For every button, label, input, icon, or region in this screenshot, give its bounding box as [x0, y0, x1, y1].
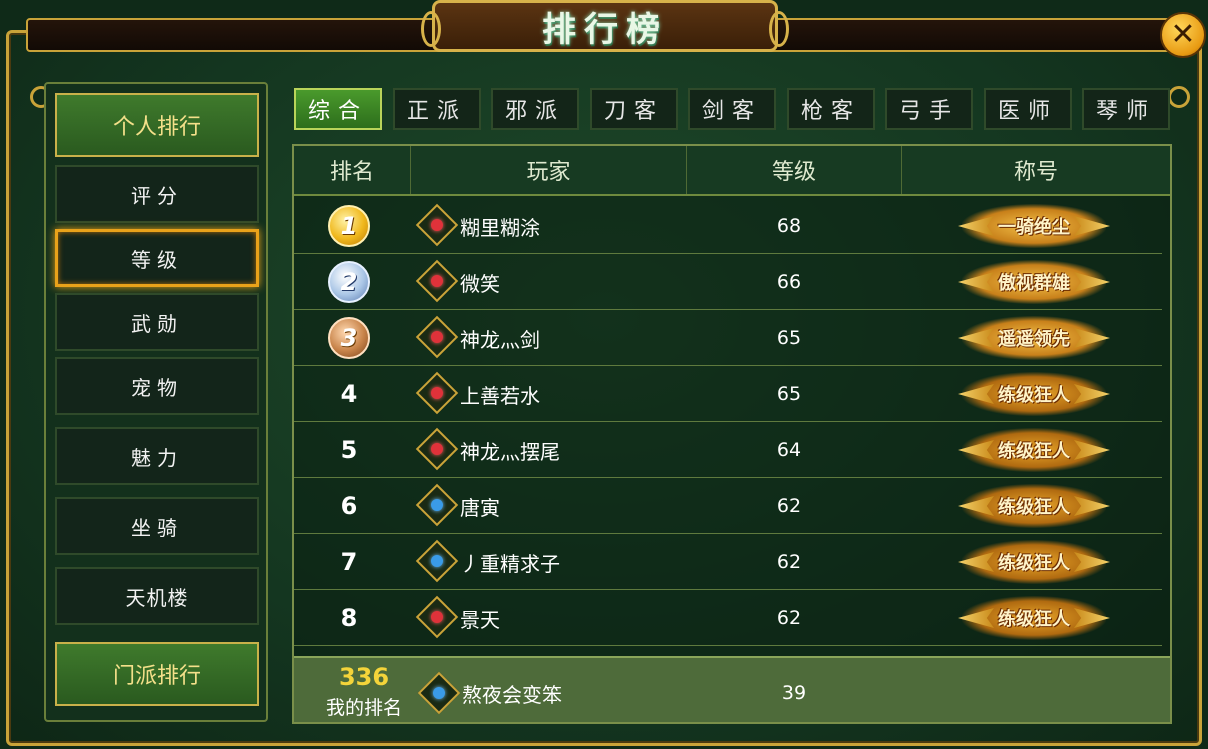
close-icon: ✕	[1170, 17, 1196, 52]
table-row[interactable]: 7 丿重精求子 62 练级狂人	[294, 534, 1162, 590]
table-row[interactable]: 4 上善若水 65 练级狂人	[294, 366, 1162, 422]
header-level: 等级	[687, 146, 902, 194]
sidebar-item-score[interactable]: 评分	[55, 165, 259, 223]
title-badge: 遥遥领先	[962, 316, 1106, 360]
player-name[interactable]: 神龙灬摆尾	[460, 422, 560, 478]
my-rank-label: 我的排名	[325, 696, 402, 719]
corner-ornament-icon	[1168, 86, 1190, 108]
player-level: 62	[776, 551, 802, 573]
title-text: 练级狂人	[998, 497, 1070, 518]
my-rank-row: 336 我的排名 熬夜会变笨 39	[294, 656, 1170, 722]
table-row[interactable]: 6 唐寅 62 练级狂人	[294, 478, 1162, 534]
sidebar-item-tianji-tower[interactable]: 天机楼	[55, 567, 259, 625]
rank-number: 7	[340, 548, 358, 576]
player-name[interactable]: 糊里糊涂	[460, 198, 540, 254]
header-title: 称号	[1013, 160, 1058, 185]
player-level: 64	[776, 439, 802, 461]
header-player: 玩家	[411, 146, 687, 194]
title-text: 一骑绝尘	[998, 217, 1070, 238]
table-row[interactable]: 1 糊里糊涂 68 一骑绝尘	[294, 198, 1162, 254]
title-badge: 练级狂人	[962, 596, 1106, 640]
rank-number: 4	[340, 380, 358, 408]
player-name[interactable]: 丿重精求子	[460, 534, 560, 590]
player-name[interactable]: 唐寅	[460, 478, 500, 534]
title-badge: 傲视群雄	[962, 260, 1106, 304]
tab-spear[interactable]: 枪客	[787, 88, 875, 130]
window-title: 排行榜	[542, 9, 668, 50]
tab-healer[interactable]: 医师	[984, 88, 1072, 130]
table-row[interactable]: 2 微笑 66 傲视群雄	[294, 254, 1162, 310]
tab-righteous[interactable]: 正派	[393, 88, 481, 130]
blue-class-icon	[417, 671, 461, 715]
ornament-icon	[769, 11, 789, 47]
my-rank-number: 336	[338, 663, 390, 691]
title-badge: 练级狂人	[962, 372, 1106, 416]
rank-number: 5	[340, 436, 358, 464]
table-header: 排名 玩家 等级 称号	[294, 146, 1170, 196]
title-badge: 练级狂人	[962, 540, 1106, 584]
sidebar-item-level[interactable]: 等级	[55, 229, 259, 287]
title-text: 遥遥领先	[998, 329, 1070, 350]
player-name[interactable]: 景天	[460, 590, 500, 646]
rank-number: 3	[340, 324, 358, 352]
rank-number: 8	[340, 604, 358, 632]
red-class-icon	[415, 259, 459, 303]
red-class-icon	[415, 203, 459, 247]
table-row[interactable]: 5 神龙灬摆尾 64 练级狂人	[294, 422, 1162, 478]
sidebar-category-sect[interactable]: 门派排行	[55, 642, 259, 706]
player-level: 62	[776, 495, 802, 517]
tab-musician[interactable]: 琴师	[1082, 88, 1170, 130]
player-name[interactable]: 上善若水	[460, 366, 540, 422]
sidebar-category-personal[interactable]: 个人排行	[55, 93, 259, 157]
red-class-icon	[415, 595, 459, 639]
rank-medal-icon: 2	[328, 261, 370, 303]
title-text: 练级狂人	[998, 609, 1070, 630]
title-text: 傲视群雄	[998, 273, 1070, 294]
red-class-icon	[415, 427, 459, 471]
player-level: 65	[776, 327, 802, 349]
rank-number: 1	[340, 212, 358, 240]
player-level: 66	[776, 271, 802, 293]
title-text: 练级狂人	[998, 553, 1070, 574]
tab-overall[interactable]: 综合	[294, 88, 382, 130]
blue-class-icon	[415, 483, 459, 527]
sidebar: 个人排行 评分 等级 武勋 宠物 魅力 坐骑 天机楼 门派排行	[44, 82, 268, 722]
title-text: 练级狂人	[998, 441, 1070, 462]
tab-sword[interactable]: 剑客	[688, 88, 776, 130]
close-button[interactable]: ✕	[1160, 12, 1206, 58]
player-name[interactable]: 神龙灬剑	[460, 310, 540, 366]
rank-medal-icon: 1	[328, 205, 370, 247]
title-text: 练级狂人	[998, 385, 1070, 406]
rank-medal-icon: 3	[328, 317, 370, 359]
table-row[interactable]: 3 神龙灬剑 65 遥遥领先	[294, 310, 1162, 366]
title-badge: 一骑绝尘	[962, 204, 1106, 248]
sidebar-item-mount[interactable]: 坐骑	[55, 497, 259, 555]
sidebar-item-pet[interactable]: 宠物	[55, 357, 259, 415]
rank-number: 2	[340, 268, 358, 296]
red-class-icon	[415, 315, 459, 359]
player-name[interactable]: 微笑	[460, 254, 500, 310]
player-level: 68	[776, 215, 802, 237]
my-level: 39	[781, 682, 807, 704]
blue-class-icon	[415, 539, 459, 583]
sidebar-item-charm[interactable]: 魅力	[55, 427, 259, 485]
tab-evil[interactable]: 邪派	[491, 88, 579, 130]
player-level: 62	[776, 607, 802, 629]
table-row[interactable]: 8 景天 62 练级狂人	[294, 590, 1162, 646]
ornament-icon	[421, 11, 441, 47]
tab-blade[interactable]: 刀客	[590, 88, 678, 130]
header-rank: 排名	[294, 146, 411, 194]
tab-archer[interactable]: 弓手	[885, 88, 973, 130]
sidebar-item-merit[interactable]: 武勋	[55, 293, 259, 351]
rank-number: 6	[340, 492, 358, 520]
my-player-name: 熬夜会变笨	[462, 682, 562, 707]
red-class-icon	[415, 371, 459, 415]
title-plate: 排行榜	[421, 0, 789, 52]
title-badge: 练级狂人	[962, 484, 1106, 528]
title-badge: 练级狂人	[962, 428, 1106, 472]
ranking-table: 排名 玩家 等级 称号 1 糊里糊涂 68 一骑绝尘 2 微笑 66 傲视群雄 3 神龙灬剑 65 遥…	[292, 144, 1172, 724]
player-level: 65	[776, 383, 802, 405]
